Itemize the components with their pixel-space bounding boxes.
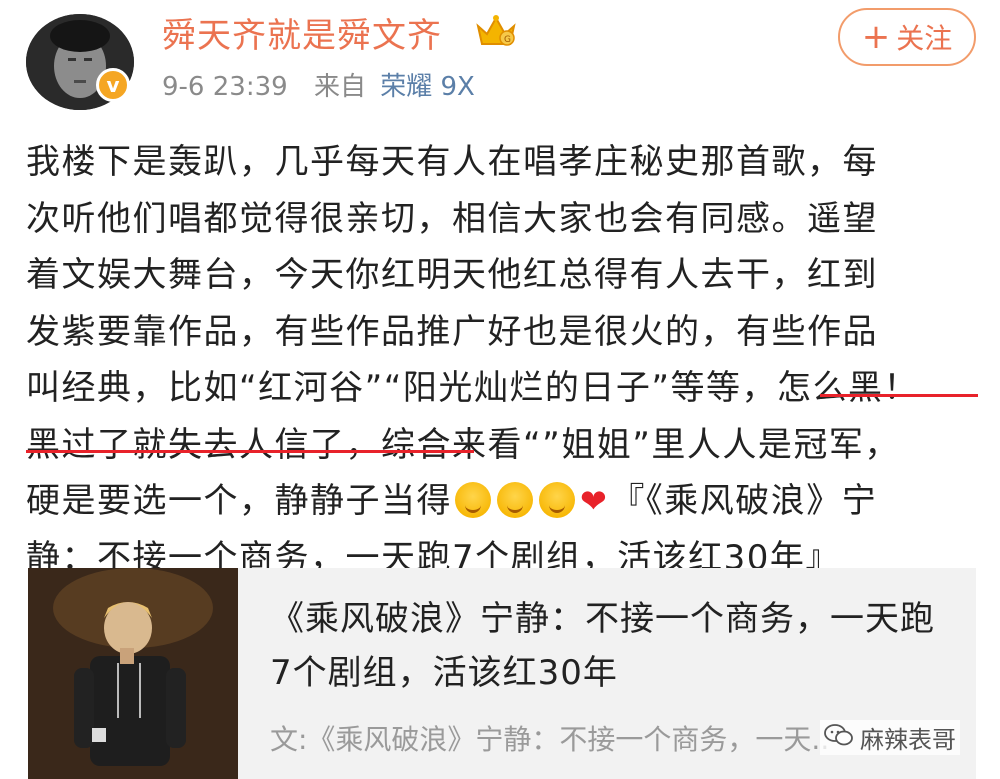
post-line: 我楼下是轰趴，几乎每天有人在唱孝庄秘史那首歌，每 — [26, 142, 878, 182]
post-line: 发紫要靠作品，有些作品推广好也是很火的，有些作品 — [26, 311, 878, 352]
verified-badge-icon: v — [96, 68, 130, 102]
follow-button[interactable]: + 关注 — [838, 8, 976, 66]
timestamp: 9-6 23:39 — [162, 72, 288, 102]
post-line: 次听他们唱都觉得很亲切，相信大家也会有同感。遥望 — [26, 198, 878, 239]
post-meta: 9-6 23:39 来自 荣耀 9X — [162, 66, 475, 103]
emoji-icon — [497, 482, 533, 518]
article-title[interactable]: 《乘风破浪》宁静：不接一个商务，一天跑7个剧组，活该红30年 — [270, 592, 950, 700]
source-device[interactable]: 荣耀 9X — [380, 72, 475, 102]
article-thumbnail — [28, 568, 238, 779]
quote-start: 『《乘风破浪》宁 — [610, 481, 878, 521]
post-line: 黑过了就失去人信了，综合来看“”姐姐”里人人是冠军， — [26, 424, 900, 465]
article-description: 文:《乘风破浪》宁静：不接一个商务，一天... — [270, 723, 830, 756]
watermark-text: 麻辣表哥 — [860, 726, 956, 754]
heart-icon: ❤ — [580, 482, 609, 520]
follow-label: 关注 — [896, 22, 953, 55]
post-line: 着文娱大舞台，今天你红明天他红总得有人去干，红到 — [26, 255, 878, 295]
source-prefix: 来自 — [313, 72, 366, 102]
username[interactable]: 舜天齐就是舜文齐 — [162, 8, 442, 57]
wechat-icon — [824, 723, 854, 753]
highlight-underline — [820, 394, 978, 397]
post-line-emoji: 硬是要选一个，静静子当得 ❤『《乘风破浪》宁 — [26, 473, 986, 530]
post-line-text: 硬是要选一个，静静子当得 — [26, 481, 452, 521]
highlight-underline — [26, 450, 474, 453]
watermark: 麻辣表哥 — [820, 720, 960, 755]
emoji-icon — [539, 482, 575, 518]
plus-icon: + — [861, 17, 891, 57]
emoji-icon — [455, 482, 491, 518]
crown-icon: G — [475, 12, 517, 50]
post-text: 我楼下是轰趴，几乎每天有人在唱孝庄秘史那首歌，每 次听他们唱都觉得很亲切，相信大… — [26, 134, 986, 586]
post-line: 叫经典，比如“红河谷”“阳光灿烂的日子”等等，怎么黑！ — [26, 368, 919, 408]
svg-text:G: G — [504, 35, 511, 45]
